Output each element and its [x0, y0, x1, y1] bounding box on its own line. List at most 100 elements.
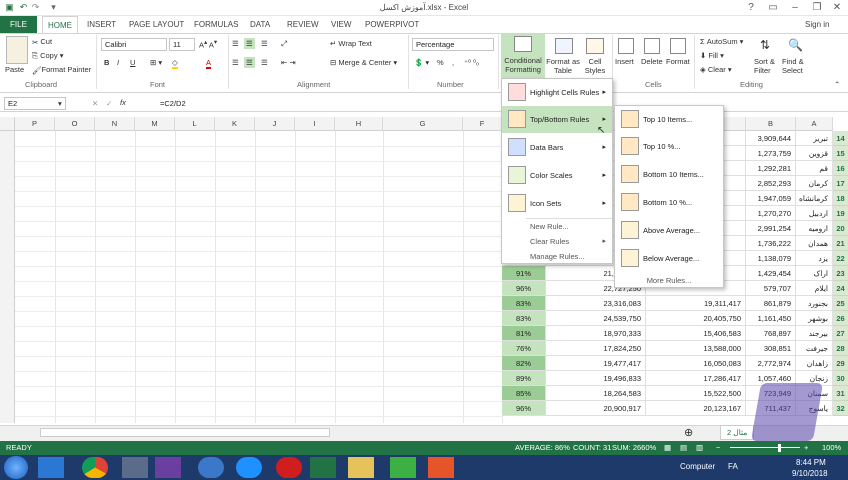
tab-powerpivot[interactable]: POWERPIVOT: [360, 16, 424, 33]
format-painter-button[interactable]: 🖌Format Painter: [32, 65, 91, 75]
collapse-ribbon-icon[interactable]: ⌃: [834, 80, 840, 89]
cell-d32[interactable]: 20,900,917: [546, 401, 646, 416]
indent-icon[interactable]: ⇤ ⇥: [281, 58, 296, 67]
cell-b21[interactable]: 1,736,222: [746, 236, 796, 251]
cancel-icon[interactable]: ✕: [92, 99, 98, 108]
menu-item-clear-rules[interactable]: Clear Rules ▸: [502, 234, 612, 249]
cell-b15[interactable]: 1,273,759: [746, 146, 796, 161]
menu-item-bottom-10-percent[interactable]: Bottom 10 %...: [615, 189, 723, 216]
cell-a24[interactable]: ایلام: [796, 281, 833, 296]
start-button[interactable]: [4, 456, 28, 479]
tab-file[interactable]: FILE: [0, 16, 37, 33]
ribbon-options-icon[interactable]: ▭: [762, 0, 784, 16]
cell-b19[interactable]: 1,270,270: [746, 206, 796, 221]
sort-filter-button[interactable]: Sort & Filter: [754, 57, 782, 75]
accounting-icon[interactable]: 💲 ▾: [414, 58, 429, 67]
cell-e24[interactable]: 96%: [502, 281, 546, 296]
row-header[interactable]: 18: [833, 191, 848, 206]
decimal-icon[interactable]: ⁺⁰ ⁰₀: [464, 58, 479, 67]
menu-item-top-10-percent[interactable]: Top 10 %...: [615, 133, 723, 160]
tab-home[interactable]: HOME: [42, 16, 78, 33]
font-name-select[interactable]: Calibri: [101, 38, 167, 51]
cell-a20[interactable]: ارومیه: [796, 221, 833, 236]
cell-c25[interactable]: 19,311,417: [646, 296, 746, 311]
scrollbar-horizontal[interactable]: [40, 428, 330, 437]
cell-e26[interactable]: 83%: [502, 311, 546, 326]
cell-a17[interactable]: کرمان: [796, 176, 833, 191]
minimize-icon[interactable]: –: [784, 0, 806, 16]
name-box[interactable]: E2: [4, 97, 66, 110]
insert-button[interactable]: Insert: [615, 57, 634, 66]
zoom-level[interactable]: 100%: [822, 441, 841, 455]
page-layout-view-icon[interactable]: ▤: [680, 441, 687, 455]
row-header[interactable]: 28: [833, 341, 848, 356]
opera-icon[interactable]: [276, 457, 302, 478]
cell-a18[interactable]: کرمانشاه: [796, 191, 833, 206]
column-header-o[interactable]: O: [55, 117, 95, 131]
column-header-g[interactable]: G: [383, 117, 463, 131]
insert-function-icon[interactable]: fx: [120, 98, 126, 107]
cell-e25[interactable]: 83%: [502, 296, 546, 311]
row-header[interactable]: 14: [833, 131, 848, 146]
delete-button[interactable]: Delete: [641, 57, 663, 66]
page-break-view-icon[interactable]: ▥: [696, 441, 703, 455]
cell-a14[interactable]: تبریز: [796, 131, 833, 146]
normal-view-icon[interactable]: ▦: [664, 441, 671, 455]
cell-e27[interactable]: 81%: [502, 326, 546, 341]
camtasia-studio-icon[interactable]: [428, 457, 454, 478]
cell-b22[interactable]: 1,138,079: [746, 251, 796, 266]
cell-styles-button[interactable]: Cell Styles: [580, 57, 610, 75]
fill-color-icon[interactable]: ◇: [172, 58, 178, 69]
cell-e31[interactable]: 85%: [502, 386, 546, 401]
wrap-text-button[interactable]: ↵ Wrap Text: [330, 39, 372, 48]
merge-center-button[interactable]: ⊟ Merge & Center ▾: [330, 58, 397, 67]
cell-b26[interactable]: 1,161,450: [746, 311, 796, 326]
cell-d29[interactable]: 19,477,417: [546, 356, 646, 371]
row-header[interactable]: 30: [833, 371, 848, 386]
clear-button[interactable]: ◈ Clear ▾: [700, 65, 732, 74]
clock-date[interactable]: 9/10/2018: [792, 469, 828, 478]
menu-item-new-rule[interactable]: New Rule...: [502, 219, 612, 234]
column-header-a[interactable]: A: [796, 117, 833, 131]
menu-item-color-scales[interactable]: Color Scales ▸: [502, 162, 612, 189]
cell-e28[interactable]: 76%: [502, 341, 546, 356]
row-header[interactable]: 17: [833, 176, 848, 191]
cell-a19[interactable]: اردبیل: [796, 206, 833, 221]
column-header-b[interactable]: B: [746, 117, 796, 131]
cell-e30[interactable]: 89%: [502, 371, 546, 386]
clock-time[interactable]: 8:44 PM: [796, 458, 826, 467]
sign-in-link[interactable]: Sign in: [800, 16, 834, 33]
zoom-slider[interactable]: [730, 447, 800, 448]
cell-b23[interactable]: 1,429,454: [746, 266, 796, 281]
cell-a16[interactable]: قم: [796, 161, 833, 176]
row-header[interactable]: 31: [833, 386, 848, 401]
computer-label[interactable]: Computer: [680, 462, 715, 471]
tab-insert[interactable]: INSERT: [82, 16, 121, 33]
row-header[interactable]: 23: [833, 266, 848, 281]
cell-a28[interactable]: جیرفت: [796, 341, 833, 356]
row-header[interactable]: 26: [833, 311, 848, 326]
cell-a21[interactable]: همدان: [796, 236, 833, 251]
align-left-icon[interactable]: ☰: [232, 58, 239, 67]
name-box-dropdown-icon[interactable]: ▾: [58, 99, 62, 108]
new-sheet-icon[interactable]: ⊕: [684, 426, 693, 439]
cell-d25[interactable]: 23,316,083: [546, 296, 646, 311]
cell-b27[interactable]: 768,897: [746, 326, 796, 341]
media-player-icon[interactable]: [38, 457, 64, 478]
row-header[interactable]: 27: [833, 326, 848, 341]
autosum-button[interactable]: Σ AutoSum ▾: [700, 37, 743, 46]
cell-c31[interactable]: 15,522,500: [646, 386, 746, 401]
menu-item-data-bars[interactable]: Data Bars ▸: [502, 134, 612, 161]
column-header-n[interactable]: N: [95, 117, 135, 131]
menu-item-highlight-cells[interactable]: Highlight Cells Rules ▸: [502, 79, 612, 106]
conditional-formatting-button[interactable]: Conditional Formatting: [501, 34, 545, 78]
orientation-icon[interactable]: ⤢: [281, 39, 287, 49]
underline-icon[interactable]: U: [130, 58, 135, 67]
sheet-tab[interactable]: مثال 2: [720, 425, 755, 440]
internet-explorer-icon[interactable]: [236, 457, 262, 478]
menu-item-bottom-10-items[interactable]: Bottom 10 Items...: [615, 161, 723, 188]
scrollbar-vertical[interactable]: [0, 131, 15, 423]
column-header-l[interactable]: L: [175, 117, 215, 131]
format-button[interactable]: Format: [666, 57, 690, 66]
borders-icon[interactable]: ⊞ ▾: [150, 58, 162, 67]
